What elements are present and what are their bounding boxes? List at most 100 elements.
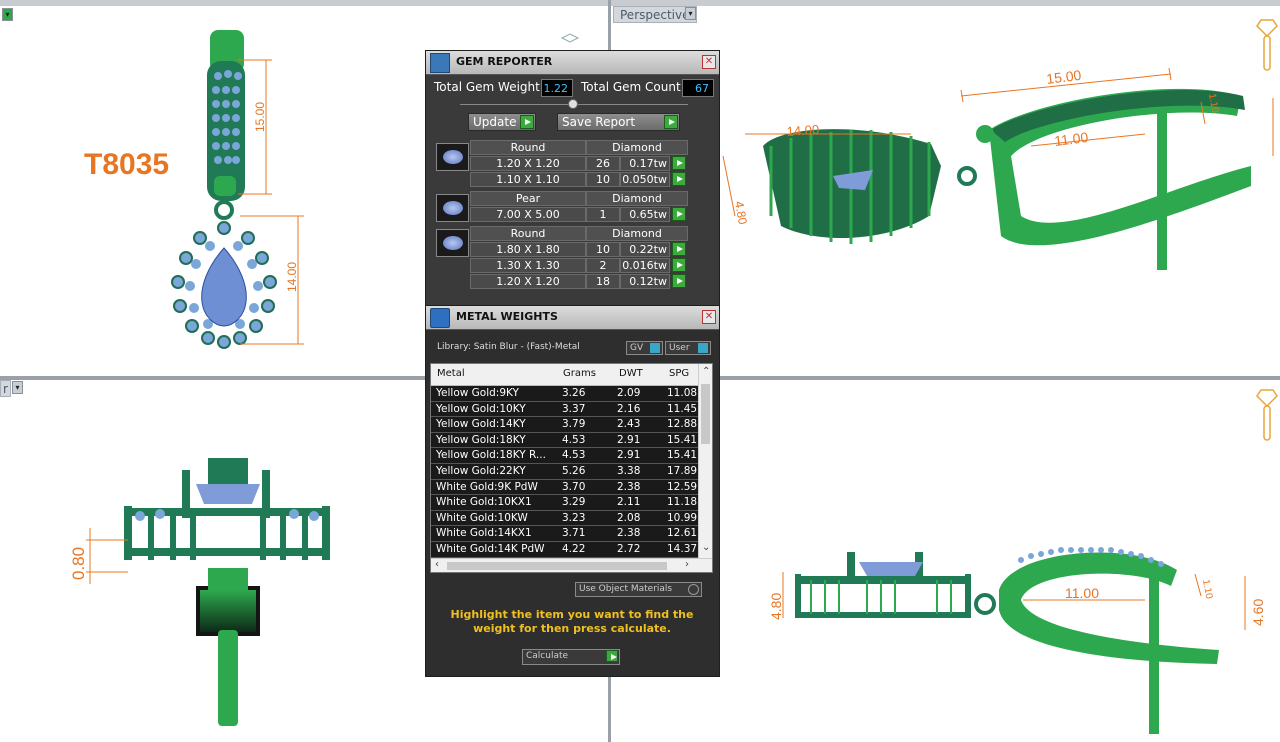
dim-14-front: 14.00 — [285, 262, 299, 292]
gem-size[interactable]: 1.20 X 1.20 — [470, 274, 586, 289]
spg: 15.41 — [667, 433, 698, 446]
use-object-materials-dropdown[interactable]: Use Object Materials — [575, 582, 702, 597]
scroll-thumb[interactable] — [447, 562, 667, 570]
dim-080-side: 0.80 — [69, 547, 88, 580]
gem-size[interactable]: 7.00 X 5.00 — [470, 207, 586, 222]
total-count-field: 67 — [682, 79, 714, 97]
save-report-button[interactable]: Save Report — [557, 113, 680, 131]
gem-round-icon[interactable] — [436, 229, 469, 257]
scroll-left-icon[interactable]: ‹ — [435, 559, 439, 570]
scroll-thumb[interactable] — [701, 384, 710, 444]
grams: 4.53 — [562, 433, 586, 446]
horizontal-scrollbar[interactable]: ‹ › — [431, 558, 712, 572]
gem-pear-icon[interactable] — [436, 194, 469, 222]
select-gem-button[interactable] — [672, 242, 686, 256]
total-count-label: Total Gem Count — [581, 80, 681, 94]
select-gem-button[interactable] — [672, 274, 686, 288]
total-weight-label: Total Gem Weight — [434, 80, 540, 94]
metal-name: White Gold:10KX1 — [436, 496, 532, 509]
gem-size[interactable]: 1.30 X 1.30 — [470, 258, 586, 273]
gem-reporter-icon — [430, 53, 450, 73]
select-gem-button[interactable] — [672, 207, 686, 221]
table-row[interactable]: White Gold:14KX1 3.71 2.38 12.61 — [431, 526, 699, 542]
gem-weight[interactable]: 0.016tw — [620, 258, 670, 273]
grams: 3.26 — [562, 387, 586, 399]
gem-size[interactable]: 1.10 X 1.10 — [470, 172, 586, 187]
metal-weights-title: METAL WEIGHTS — [456, 310, 558, 323]
metal-name: Yellow Gold:18KY — [436, 433, 526, 446]
table-header: Metal Grams DWT SPG — [431, 364, 699, 386]
dropdown-icon — [688, 584, 699, 595]
dwt: 2.38 — [617, 527, 641, 540]
gem-count[interactable]: 1 — [586, 207, 620, 222]
grams: 4.22 — [562, 543, 586, 555]
grams: 5.26 — [562, 465, 586, 477]
column-header-dwt[interactable]: DWT — [619, 368, 643, 379]
update-button[interactable]: Update — [468, 113, 536, 131]
column-header-grams[interactable]: Grams — [563, 368, 596, 379]
dim-460-right: 4.60 — [1250, 599, 1266, 626]
gem-size[interactable]: 1.80 X 1.80 — [470, 242, 586, 257]
user-toggle[interactable]: User — [665, 341, 711, 355]
metal-name: White Gold:14KX1 — [436, 527, 532, 540]
table-row[interactable]: White Gold:10KX1 3.29 2.11 11.18 — [431, 495, 699, 511]
metal-name: Yellow Gold:9KY — [436, 387, 519, 399]
close-icon[interactable]: ✕ — [702, 310, 716, 324]
gem-weight[interactable]: 0.17tw — [620, 156, 670, 171]
gem-count[interactable]: 10 — [586, 172, 620, 187]
select-gem-button[interactable] — [672, 258, 686, 272]
gv-label: GV — [630, 343, 644, 353]
table-row[interactable]: White Gold:10KW 3.23 2.08 10.99 — [431, 510, 699, 527]
gem-size[interactable]: 1.20 X 1.20 — [470, 156, 586, 171]
table-row[interactable]: Yellow Gold:18KY 4.53 2.91 15.41 — [431, 432, 699, 449]
toggle-icon — [698, 343, 708, 353]
gem-count[interactable]: 26 — [586, 156, 620, 171]
column-header-metal[interactable]: Metal — [437, 368, 465, 379]
gem-weight[interactable]: 0.22tw — [620, 242, 670, 257]
dwt: 2.91 — [617, 449, 641, 462]
table-row[interactable]: White Gold:9K PdW 3.70 2.38 12.59 — [431, 479, 699, 496]
gem-reporter-titlebar[interactable]: GEM REPORTER ✕ — [426, 51, 719, 75]
gem-shape: Round — [470, 140, 586, 155]
dim-480-persp: 4.80 — [732, 200, 750, 226]
metal-name: White Gold:9K PdW — [436, 480, 538, 493]
column-header-spg[interactable]: SPG — [669, 368, 689, 379]
dwt: 2.11 — [617, 496, 641, 509]
gv-toggle[interactable]: GV — [626, 341, 663, 355]
flask-icon — [430, 308, 450, 328]
scroll-up-icon[interactable]: ⌃ — [702, 366, 710, 377]
gem-weight[interactable]: 0.12tw — [620, 274, 670, 289]
gem-count[interactable]: 18 — [586, 274, 620, 289]
spg: 11.08 — [667, 387, 698, 399]
gem-round-icon[interactable] — [436, 143, 469, 171]
gem-weight[interactable]: 0.050tw — [620, 172, 670, 187]
select-gem-button[interactable] — [672, 172, 686, 186]
dim-11-right: 11.00 — [1065, 585, 1099, 601]
play-icon — [606, 650, 618, 662]
metal-weights-titlebar[interactable]: METAL WEIGHTS ✕ — [426, 306, 719, 330]
slider-thumb[interactable] — [568, 99, 578, 109]
dwt: 3.38 — [617, 465, 641, 477]
spg: 12.88 — [667, 418, 698, 431]
select-gem-button[interactable] — [672, 156, 686, 170]
vertical-scrollbar[interactable]: ⌃ ⌄ — [698, 364, 712, 560]
scroll-right-icon[interactable]: › — [685, 559, 689, 570]
gem-count[interactable]: 2 — [586, 258, 620, 273]
table-row[interactable]: White Gold:14K PdW 4.22 2.72 14.37 — [431, 542, 699, 558]
table-row[interactable]: Yellow Gold:14KY 3.79 2.43 12.88 — [431, 417, 699, 433]
calculate-hint: Highlight the item you want to find the … — [450, 608, 694, 635]
table-row[interactable]: Yellow Gold:9KY 3.26 2.09 11.08 — [431, 386, 699, 402]
close-icon[interactable]: ✕ — [702, 55, 716, 69]
gem-weight[interactable]: 0.65tw — [620, 207, 670, 222]
dwt: 2.38 — [617, 480, 641, 493]
gem-count[interactable]: 10 — [586, 242, 620, 257]
table-row[interactable]: Yellow Gold:22KY 5.26 3.38 17.89 — [431, 464, 699, 480]
grams: 3.79 — [562, 418, 586, 431]
table-row[interactable]: Yellow Gold:10KY 3.37 2.16 11.45 — [431, 401, 699, 418]
calculate-button[interactable]: Calculate — [522, 649, 620, 665]
scroll-down-icon[interactable]: ⌄ — [702, 542, 710, 553]
table-row[interactable]: Yellow Gold:18KY R... 4.53 2.91 15.41 — [431, 448, 699, 464]
grams: 3.37 — [562, 402, 586, 415]
dim-480-right: 4.80 — [768, 593, 784, 620]
metal-weights-table[interactable]: Metal Grams DWT SPG Yellow Gold:9KY 3.26 2… — [430, 363, 713, 573]
